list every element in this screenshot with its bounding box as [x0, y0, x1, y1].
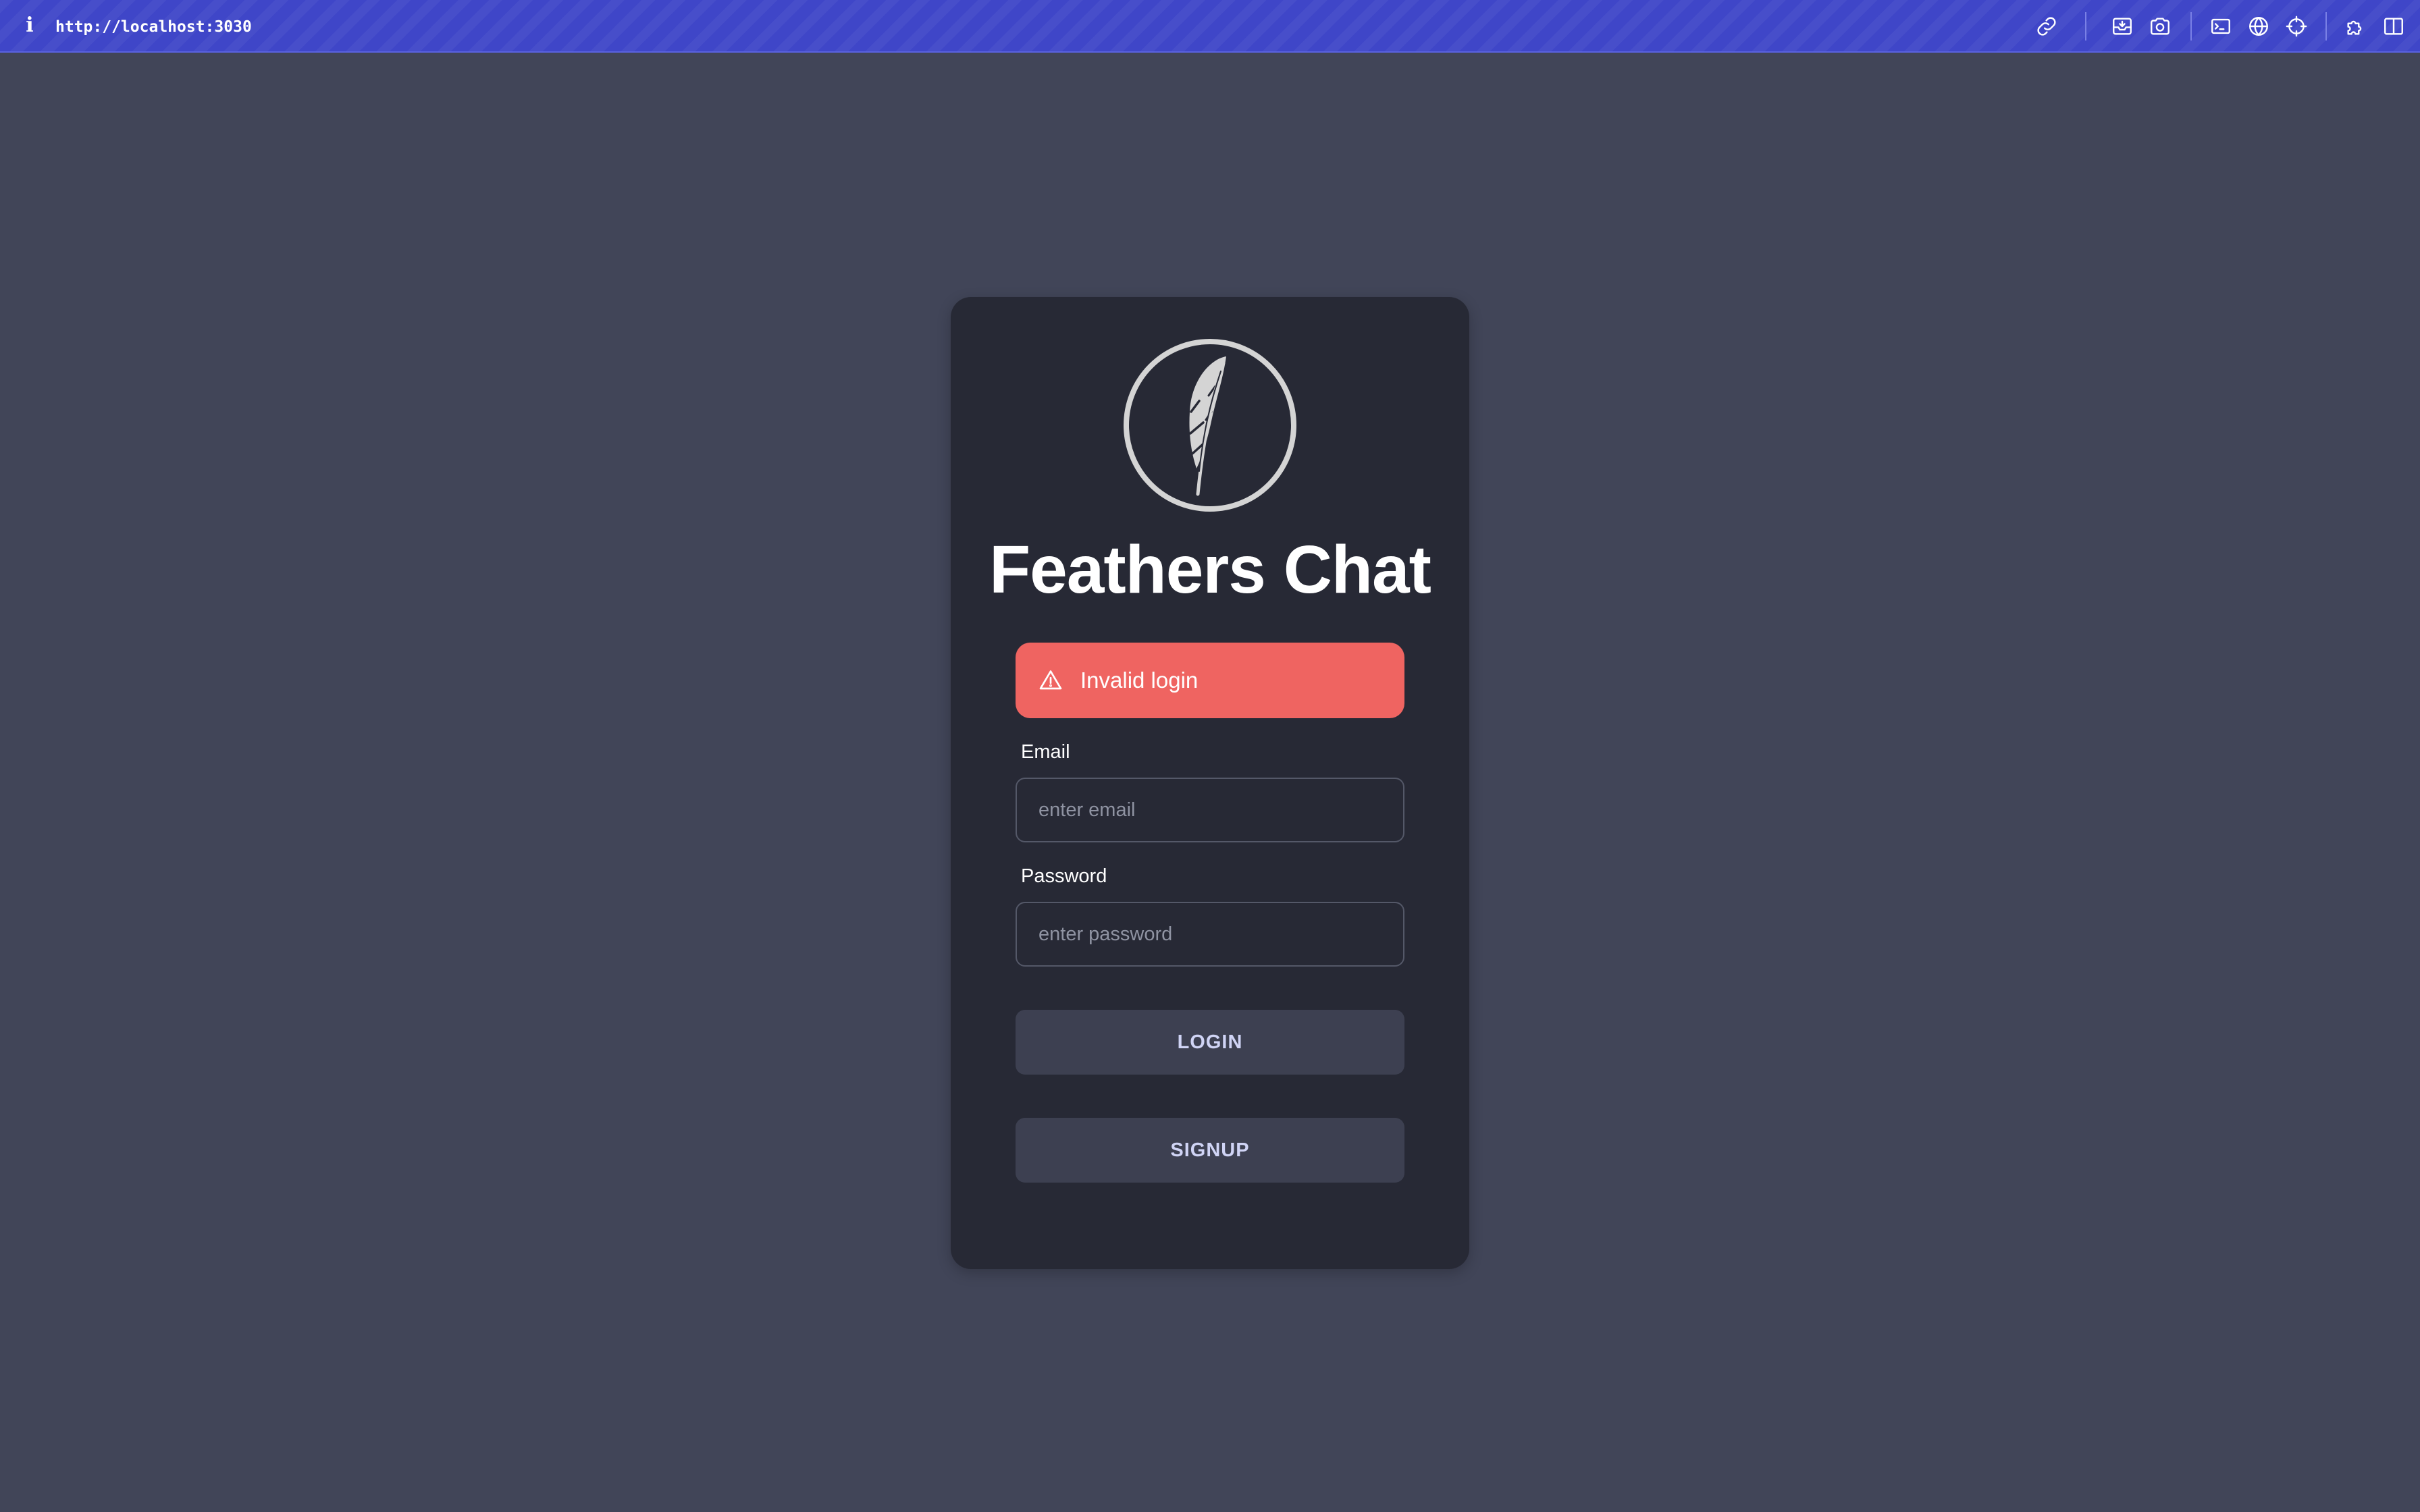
terminal-icon[interactable]	[2209, 15, 2232, 38]
puzzle-icon[interactable]	[2344, 15, 2367, 38]
split-view-icon[interactable]	[2382, 15, 2405, 38]
info-icon[interactable]: i	[23, 14, 36, 38]
email-field[interactable]	[1016, 778, 1404, 842]
app-title: Feathers Chat	[989, 532, 1431, 608]
feather-icon	[1124, 339, 1296, 512]
globe-icon[interactable]	[2247, 15, 2270, 38]
signup-button[interactable]: SIGNUP	[1016, 1118, 1404, 1183]
error-alert: Invalid login	[1016, 643, 1404, 718]
warning-triangle-icon	[1038, 668, 1063, 693]
toolbar-divider	[2325, 12, 2327, 40]
toolbar-divider	[2085, 12, 2086, 40]
toolbar-divider	[2190, 12, 2192, 40]
browser-toolbar: i http://localhost:3030	[0, 0, 2420, 53]
link-icon[interactable]	[2035, 15, 2058, 38]
email-label: Email	[1021, 741, 1070, 763]
alert-message: Invalid login	[1080, 668, 1199, 693]
login-button[interactable]: LOGIN	[1016, 1010, 1404, 1075]
password-label: Password	[1021, 865, 1107, 887]
camera-icon[interactable]	[2149, 15, 2172, 38]
address-url[interactable]: http://localhost:3030	[55, 15, 252, 39]
inbox-tray-icon[interactable]	[2111, 15, 2134, 38]
password-field[interactable]	[1016, 902, 1404, 967]
login-card: Feathers Chat Invalid login Email Passwo…	[951, 297, 1469, 1269]
crosshair-icon[interactable]	[2285, 15, 2308, 38]
